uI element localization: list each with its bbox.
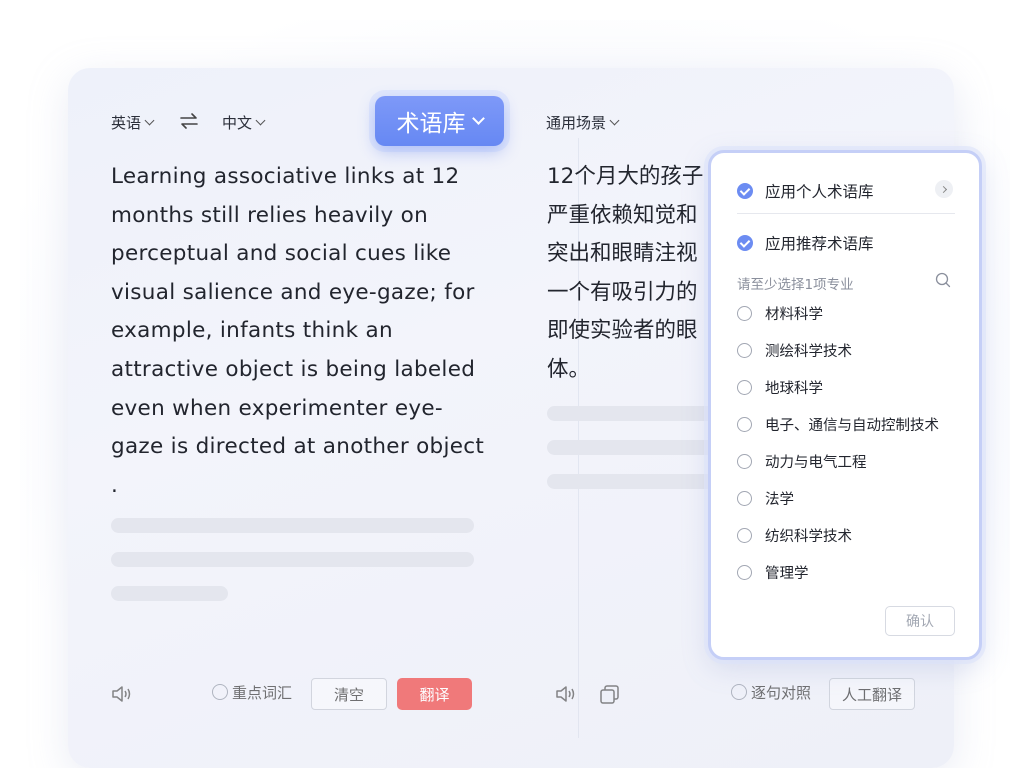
radio-icon xyxy=(212,684,228,700)
source-text[interactable]: Learning associative links at 12 months … xyxy=(111,158,491,505)
source-language-label: 英语 xyxy=(111,114,142,132)
sentence-compare-label: 逐句对照 xyxy=(751,683,812,702)
term-library-panel: 应用个人术语库 应用推荐术语库 请至少选择1项专业 材料科学 测绘科学技术 地球… xyxy=(708,150,982,660)
clear-button[interactable]: 清空 xyxy=(311,678,387,710)
placeholder-bar xyxy=(111,586,228,601)
target-line: 严重依赖知觉和 xyxy=(547,202,698,228)
radio-icon xyxy=(737,417,752,432)
radio-icon xyxy=(737,454,752,469)
target-language-select[interactable]: 中文 xyxy=(222,112,266,133)
speaker-icon[interactable] xyxy=(110,684,134,704)
chevron-down-icon xyxy=(471,112,485,125)
major-option-label: 地球科学 xyxy=(765,381,823,397)
source-language-select[interactable]: 英语 xyxy=(111,112,155,133)
major-option[interactable]: 动力与电气工程 xyxy=(737,451,867,472)
target-text: 12个月大的孩子 严重依赖知觉和 突出和眼睛注视 一个有吸引力的 即使实验者的眼… xyxy=(547,158,717,390)
target-language-label: 中文 xyxy=(222,114,253,132)
radio-icon xyxy=(737,491,752,506)
translate-button[interactable]: 翻译 xyxy=(397,678,472,710)
target-line: 一个有吸引力的 xyxy=(547,279,698,305)
placeholder-bar xyxy=(547,440,717,455)
placeholder-bar xyxy=(111,552,474,567)
human-translation-button[interactable]: 人工翻译 xyxy=(829,678,915,710)
target-line: 即使实验者的眼 xyxy=(547,318,698,344)
major-option[interactable]: 地球科学 xyxy=(737,377,823,398)
swap-icon[interactable] xyxy=(178,110,200,132)
radio-icon xyxy=(737,380,752,395)
recommended-library-option[interactable]: 应用推荐术语库 xyxy=(737,232,874,254)
placeholder-bar xyxy=(547,474,717,489)
check-icon xyxy=(737,183,753,199)
major-option-label: 纺织科学技术 xyxy=(765,529,852,545)
major-option[interactable]: 测绘科学技术 xyxy=(737,340,852,361)
copy-icon[interactable] xyxy=(598,683,622,705)
highlight-label: 重点词汇 xyxy=(232,683,293,702)
recommended-library-label: 应用推荐术语库 xyxy=(765,235,874,253)
sentence-compare-toggle[interactable]: 逐句对照 xyxy=(731,672,811,712)
target-line: 突出和眼睛注视 xyxy=(547,241,698,267)
target-line: 体。 xyxy=(547,356,591,382)
chevron-right-icon[interactable] xyxy=(935,180,953,198)
highlight-toggle[interactable]: 重点词汇 xyxy=(212,672,292,712)
chevron-down-icon xyxy=(609,115,620,126)
scene-select[interactable]: 通用场景 xyxy=(546,112,620,133)
radio-icon xyxy=(737,343,752,358)
major-option-label: 测绘科学技术 xyxy=(765,344,852,360)
personal-library-option[interactable]: 应用个人术语库 xyxy=(737,180,874,202)
target-line: 12个月大的孩子 xyxy=(547,164,704,189)
personal-library-label: 应用个人术语库 xyxy=(765,183,874,201)
major-option-label: 法学 xyxy=(765,492,794,508)
major-option[interactable]: 纺织科学技术 xyxy=(737,525,852,546)
major-option-label: 管理学 xyxy=(765,566,809,582)
term-library-button[interactable]: 术语库 xyxy=(375,96,504,146)
confirm-button[interactable]: 确认 xyxy=(885,606,955,636)
chevron-down-icon xyxy=(144,115,155,126)
speaker-icon[interactable] xyxy=(554,684,578,704)
term-library-label: 术语库 xyxy=(396,111,466,137)
radio-icon xyxy=(737,565,752,580)
major-option[interactable]: 法学 xyxy=(737,488,794,509)
major-option[interactable]: 材料科学 xyxy=(737,303,823,324)
major-option[interactable]: 电子、通信与自动控制技术 xyxy=(737,414,939,435)
major-option-label: 动力与电气工程 xyxy=(765,455,867,471)
radio-icon xyxy=(737,528,752,543)
radio-icon xyxy=(731,684,747,700)
check-icon xyxy=(737,235,753,251)
major-option-label: 电子、通信与自动控制技术 xyxy=(765,418,939,434)
radio-icon xyxy=(737,306,752,321)
panel-divider xyxy=(737,213,955,214)
search-icon[interactable] xyxy=(935,272,951,288)
chevron-down-icon xyxy=(255,115,266,126)
major-option-label: 材料科学 xyxy=(765,307,823,323)
placeholder-bar xyxy=(547,406,717,421)
major-hint: 请至少选择1项专业 xyxy=(737,277,854,293)
major-option[interactable]: 管理学 xyxy=(737,562,809,583)
placeholder-bar xyxy=(111,518,474,533)
scene-label: 通用场景 xyxy=(546,114,607,132)
